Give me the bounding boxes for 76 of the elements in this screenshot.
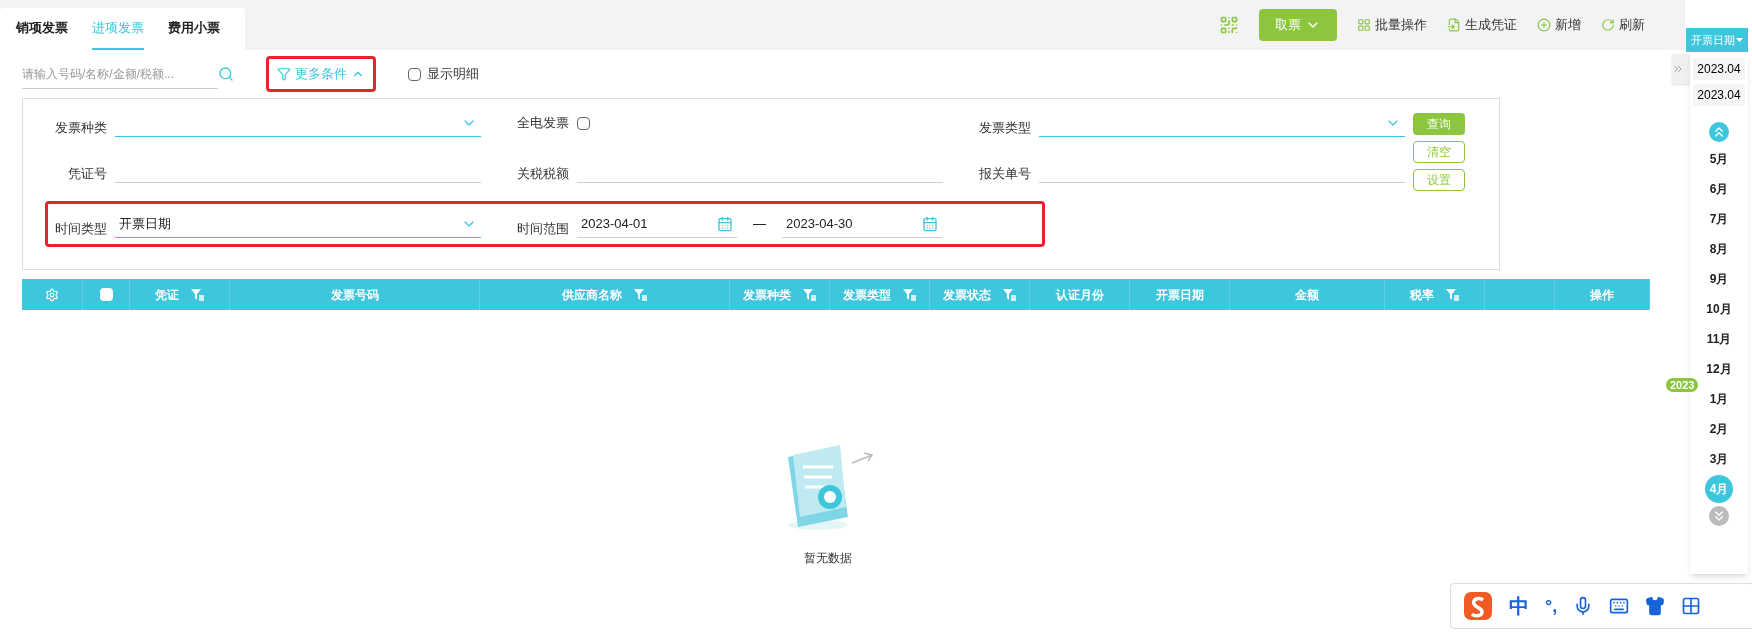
month-item[interactable]: 7月 — [1709, 210, 1729, 228]
search-icon[interactable] — [218, 66, 234, 82]
toolbar-button[interactable]: 新增 — [1537, 15, 1581, 35]
month-item[interactable]: 3月 — [1709, 450, 1729, 468]
scroll-down-icon[interactable] — [1709, 506, 1729, 526]
tab[interactable]: 费用小票 — [168, 8, 220, 50]
refresh-icon — [1601, 18, 1615, 32]
field-label: 发票种类 — [54, 118, 107, 137]
month-item[interactable]: 8月 — [1709, 240, 1729, 258]
empty-message: 暂无数据 — [803, 550, 852, 567]
date-range-label: 2023.04 — [1693, 58, 1745, 80]
calendar-icon — [922, 215, 938, 232]
month-item[interactable]: 5月 — [1709, 150, 1729, 168]
checkbox[interactable] — [408, 67, 421, 81]
month-item[interactable]: 1月 — [1709, 390, 1729, 408]
scroll-up-icon[interactable] — [1709, 122, 1729, 142]
field-label: 全电发票 — [516, 114, 569, 133]
filter-icon[interactable] — [1446, 288, 1459, 301]
toolbar-button[interactable]: 生成凭证 — [1447, 15, 1517, 35]
field-label: 凭证号 — [67, 164, 107, 183]
language-toggle[interactable]: 中 — [1509, 591, 1529, 621]
shirt-icon[interactable] — [1645, 596, 1666, 616]
punctuation-toggle[interactable]: °, — [1545, 592, 1558, 620]
keyboard-icon[interactable] — [1609, 596, 1630, 616]
column-header: 发票种类 — [743, 286, 791, 304]
filter-icon[interactable] — [634, 288, 647, 301]
field-label: 报关单号 — [978, 164, 1031, 183]
month-item[interactable]: 9月 — [1709, 270, 1729, 288]
column-header: 开票日期 — [1155, 286, 1204, 304]
filter-icon[interactable] — [1003, 288, 1016, 301]
field-label: 发票类型 — [978, 118, 1031, 137]
filter-icon[interactable] — [191, 288, 204, 301]
filter-icon[interactable] — [803, 288, 816, 301]
range-separator: — — [752, 215, 767, 233]
column-header: 供应商名称 — [562, 286, 622, 304]
column-header: 操作 — [1590, 286, 1614, 304]
column-header: 发票号码 — [330, 286, 379, 304]
checkbox-label: 显示明细 — [427, 65, 479, 84]
column-header: 发票状态 — [943, 286, 991, 304]
toolbar-button[interactable]: 刷新 — [1601, 15, 1645, 35]
date-range-label: 2023.04 — [1693, 84, 1745, 106]
search-field[interactable]: 请输入号码/名称/金额/税额... — [22, 59, 218, 89]
month-item[interactable]: 12月 — [1706, 360, 1732, 378]
month-item[interactable]: 2月 — [1709, 420, 1729, 438]
column-header: 凭证 — [155, 286, 179, 304]
toolbar-button[interactable]: 批量操作 — [1357, 15, 1427, 35]
column-header: 发票类型 — [843, 286, 891, 304]
document-icon — [1447, 18, 1461, 32]
field-label: 时间范围 — [516, 219, 569, 238]
date-field[interactable]: 2023-04-01 — [577, 210, 737, 238]
settings-icon[interactable] — [45, 287, 59, 302]
field-label: 时间类型 — [54, 219, 107, 238]
chevrons-right-icon — [1672, 63, 1684, 75]
grid-icon[interactable] — [1681, 596, 1702, 616]
date-field[interactable]: 2023-04-30 — [782, 210, 942, 238]
grid-icon — [1357, 18, 1371, 32]
month-item[interactable]: 10月 — [1706, 300, 1732, 318]
filter-icon[interactable] — [903, 288, 916, 301]
year-badge: 2023 — [1666, 378, 1699, 392]
tab[interactable]: 销项发票 — [16, 8, 68, 50]
checkbox[interactable] — [99, 288, 113, 301]
plus-icon — [1537, 18, 1551, 32]
collapse-button[interactable] — [1672, 54, 1690, 84]
month-item[interactable]: 6月 — [1709, 180, 1729, 198]
select-field[interactable]: 开票日期 — [115, 210, 481, 238]
month-item[interactable]: 11月 — [1706, 330, 1732, 348]
column-header: 认证月份 — [1055, 286, 1104, 304]
logo-icon — [1463, 591, 1493, 621]
qr-code-icon[interactable] — [1219, 15, 1239, 35]
column-header: 金额 — [1295, 286, 1319, 304]
field-label: 关税税额 — [516, 164, 569, 183]
column-header: 税率 — [1410, 286, 1434, 304]
checkbox[interactable] — [577, 116, 590, 130]
filter-icon — [277, 67, 291, 81]
calendar-icon — [717, 215, 733, 232]
caret-icon — [1736, 38, 1743, 42]
